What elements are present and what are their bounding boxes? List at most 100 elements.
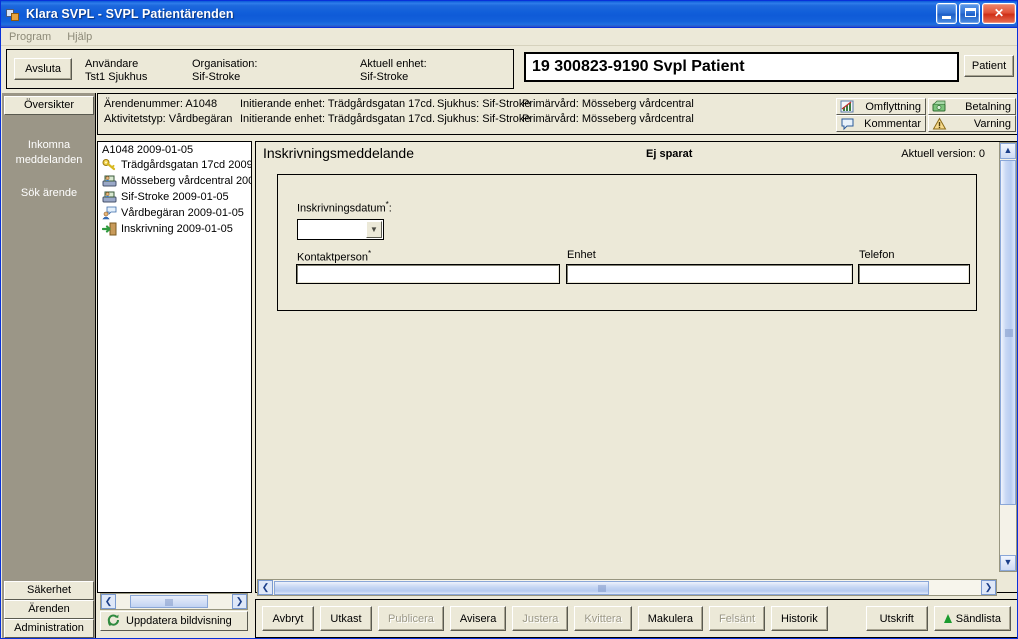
admit-door-icon xyxy=(102,222,117,236)
publicera-button: Publicera xyxy=(378,606,444,631)
historik-button[interactable]: Historik xyxy=(771,606,828,631)
close-button[interactable]: ✕ xyxy=(982,3,1016,24)
window-controls: ✕ xyxy=(936,3,1016,24)
tree-root-label[interactable]: A1048 2009-01-05 xyxy=(98,142,251,157)
inskrivningsdatum-label: Inskrivningsdatum*: xyxy=(297,200,392,215)
case-primary-care-1: Primärvård: Mösseberg vårdcentral xyxy=(522,98,694,110)
green-up-arrow-icon xyxy=(943,614,952,623)
user-info-box: Avsluta Användare Tst1 Sjukhus Organisat… xyxy=(6,49,514,89)
felsant-button: Felsänt xyxy=(708,606,766,631)
main-form-area: Inskrivningsmeddelande Ej sparat Aktuell… xyxy=(255,141,1017,593)
case-primary-care-2: Primärvård: Mösseberg vårdcentral xyxy=(522,113,694,125)
scroll-up-icon[interactable]: ▲ xyxy=(1000,143,1016,159)
refresh-icon xyxy=(106,614,121,628)
sidebar-item-administration[interactable]: Administration xyxy=(4,619,94,638)
chevron-left-icon[interactable]: ❮ xyxy=(101,594,116,609)
makulera-button[interactable]: Makulera xyxy=(637,606,703,631)
tree-item-vardbegaran[interactable]: Vårdbegäran 2009-01-05 xyxy=(98,205,251,221)
refresh-view-label: Uppdatera bildvisning xyxy=(126,615,232,627)
page-title: Inskrivningsmeddelande xyxy=(263,145,414,161)
betalning-label: Betalning xyxy=(965,100,1011,113)
unit-column: Aktuell enhet: Sif-Stroke xyxy=(360,58,427,84)
user-column-title: Användare xyxy=(85,58,139,70)
tree-scroll-thumb[interactable] xyxy=(130,595,208,608)
case-header: Ärendenummer: A1048 Aktivitetstyp: Vårdb… xyxy=(97,93,1017,135)
relocation-icon xyxy=(840,100,855,114)
sidebar-item-sakerhet[interactable]: Säkerhet xyxy=(4,581,94,600)
main-vertical-scrollbar[interactable]: ▲ ▼ xyxy=(999,142,1017,572)
main-horizontal-scrollbar[interactable]: ❮ ❯ xyxy=(257,579,997,596)
horizontal-scroll-thumb[interactable] xyxy=(274,580,929,595)
chevron-right-icon[interactable]: ❯ xyxy=(232,594,247,609)
omflyttning-button[interactable]: Omflyttning xyxy=(836,98,926,115)
case-initiating-unit-1: Initierande enhet: Trädgårdsgatan 17cd. xyxy=(240,98,436,110)
telefon-label: Telefon xyxy=(859,249,894,261)
action-button-bar: Avbryt Utkast Publicera Avisera Justera … xyxy=(255,599,1017,638)
kontaktperson-input[interactable] xyxy=(296,264,560,284)
case-number: Ärendenummer: A1048 xyxy=(104,98,218,110)
kommentar-button[interactable]: Kommentar xyxy=(836,115,926,132)
avsluta-button[interactable]: Avsluta xyxy=(14,58,72,80)
tree-item-label: Sif-Stroke 2009-01-05 xyxy=(121,191,229,203)
maximize-button[interactable] xyxy=(959,3,980,24)
hscroll-left-icon[interactable]: ❮ xyxy=(258,580,273,595)
menu-program[interactable]: Program xyxy=(1,30,59,44)
tree-item-sif-stroke[interactable]: Sif-Stroke 2009-01-05 xyxy=(98,189,251,205)
varning-button[interactable]: Varning xyxy=(928,115,1016,132)
kontaktperson-label: Kontaktperson* xyxy=(297,249,371,264)
kommentar-label: Kommentar xyxy=(864,117,921,130)
unit-column-value: Sif-Stroke xyxy=(360,71,409,83)
warning-icon xyxy=(932,116,947,131)
user-column-value: Tst1 Sjukhus xyxy=(85,71,148,83)
left-sidebar: Översikter Inkomna meddelanden Sök ärend… xyxy=(2,93,96,638)
tree-item-label: Trädgårdsgatan 17cd 2009 xyxy=(121,159,252,171)
inskrivningsdatum-combobox[interactable]: ▼ xyxy=(297,219,384,240)
application-window: Klara SVPL - SVPL Patientärenden ✕ Progr… xyxy=(0,0,1018,639)
patient-search-field[interactable]: 19 300823-9190 Svpl Patient xyxy=(524,52,959,82)
unit-column-title: Aktuell enhet: xyxy=(360,58,427,70)
case-hospital-1: Sjukhus: Sif-Stroke xyxy=(437,98,531,110)
user-comment-icon xyxy=(102,206,117,220)
required-marker: * xyxy=(367,249,372,258)
sidebar-item-arenden[interactable]: Ärenden xyxy=(4,600,94,619)
sidebar-item-inkomna-1[interactable]: Inkomna xyxy=(2,138,96,153)
tree-item-inskrivning[interactable]: Inskrivning 2009-01-05 xyxy=(98,221,251,237)
avisera-button[interactable]: Avisera xyxy=(449,606,507,631)
hscroll-right-icon[interactable]: ❯ xyxy=(981,580,996,595)
patient-button[interactable]: Patient xyxy=(964,55,1014,77)
refresh-view-button[interactable]: Uppdatera bildvisning xyxy=(100,611,248,631)
sidebar-item-inkomna-2[interactable]: meddelanden xyxy=(2,153,96,168)
case-tree-panel[interactable]: A1048 2009-01-05 Trädgårdsgatan 17cd 200… xyxy=(97,141,252,593)
sidebar-item-sok-arende[interactable]: Sök ärende xyxy=(2,186,96,201)
justera-button: Justera xyxy=(512,606,569,631)
scroll-down-icon[interactable]: ▼ xyxy=(1000,555,1016,571)
org-column-value: Sif-Stroke xyxy=(192,71,241,83)
sandlista-button[interactable]: Sändlista xyxy=(933,606,1011,631)
user-computer-icon xyxy=(102,174,117,188)
menu-hjalp[interactable]: Hjälp xyxy=(59,30,100,44)
chevron-down-icon[interactable]: ▼ xyxy=(366,221,382,238)
telefon-input[interactable] xyxy=(858,264,970,284)
tree-item-label: Inskrivning 2009-01-05 xyxy=(121,223,233,235)
kontaktperson-label-text: Kontaktperson xyxy=(297,251,368,264)
sandlista-label: Sändlista xyxy=(955,612,1001,625)
enhet-label-text: Enhet xyxy=(567,249,596,261)
utkast-button[interactable]: Utkast xyxy=(320,606,372,631)
vertical-scroll-thumb[interactable] xyxy=(1000,160,1016,505)
form-groupbox: Inskrivningsdatum*: ▼ Kontaktperson* Enh… xyxy=(277,174,977,311)
user-computer-icon xyxy=(102,190,117,204)
tree-horizontal-scrollbar[interactable]: ❮ ❯ xyxy=(100,593,248,610)
case-activity-type: Aktivitetstyp: Vårdbegäran xyxy=(104,113,233,125)
omflyttning-label: Omflyttning xyxy=(865,100,921,113)
sidebar-item-oversikter[interactable]: Översikter xyxy=(4,96,94,115)
betalning-button[interactable]: Betalning xyxy=(928,98,1016,115)
minimize-button[interactable] xyxy=(936,3,957,24)
utskrift-button[interactable]: Utskrift xyxy=(865,606,928,631)
tree-item-tradgardsgatan[interactable]: Trädgårdsgatan 17cd 2009 xyxy=(98,157,251,173)
avbryt-button[interactable]: Avbryt xyxy=(262,606,314,631)
varning-label: Varning xyxy=(973,117,1011,130)
tree-item-mosseberg[interactable]: Mösseberg vårdcentral 200 xyxy=(98,173,251,189)
menu-bar: Program Hjälp xyxy=(1,28,1017,46)
case-hospital-2: Sjukhus: Sif-Stroke xyxy=(437,113,531,125)
enhet-input[interactable] xyxy=(566,264,853,284)
